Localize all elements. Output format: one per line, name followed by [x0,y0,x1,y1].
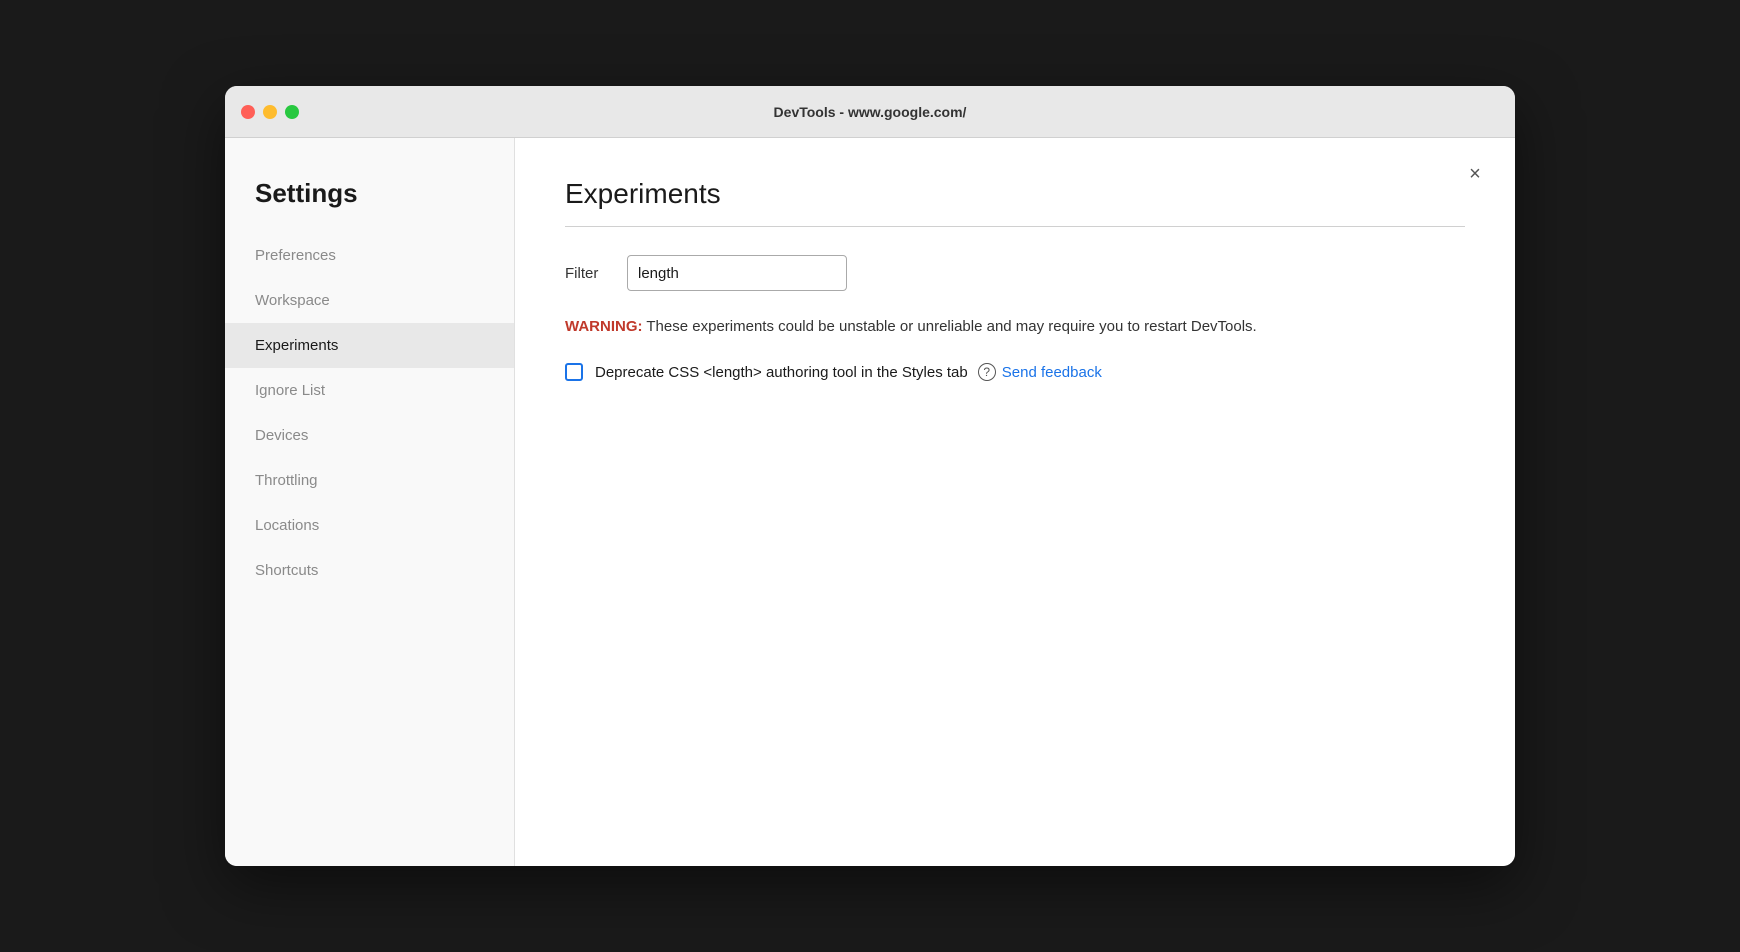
filter-row: Filter [565,255,1465,291]
sidebar-item-ignore-list[interactable]: Ignore List [225,368,514,413]
experiment-label-row-0: Deprecate CSS <length> authoring tool in… [595,363,1102,381]
experiment-label-0: Deprecate CSS <length> authoring tool in… [595,364,968,381]
warning-body: These experiments could be unstable or u… [643,318,1257,335]
sidebar-item-shortcuts[interactable]: Shortcuts [225,548,514,593]
devtools-window: DevTools - www.google.com/ Settings Pref… [225,86,1515,866]
window-body: Settings Preferences Workspace Experimen… [225,138,1515,866]
window-title: DevTools - www.google.com/ [774,104,967,120]
minimize-traffic-light[interactable] [263,105,277,119]
sidebar-item-devices[interactable]: Devices [225,413,514,458]
warning-text: WARNING: These experiments could be unst… [565,315,1465,339]
sidebar-item-workspace[interactable]: Workspace [225,278,514,323]
sidebar-item-throttling[interactable]: Throttling [225,458,514,503]
warning-label: WARNING: [565,318,643,335]
sidebar: Settings Preferences Workspace Experimen… [225,138,515,866]
traffic-lights [241,105,299,119]
sidebar-nav: Preferences Workspace Experiments Ignore… [225,233,514,593]
send-feedback-link-0[interactable]: Send feedback [1002,364,1102,381]
close-button[interactable]: × [1459,158,1491,190]
section-divider [565,226,1465,227]
close-traffic-light[interactable] [241,105,255,119]
sidebar-title: Settings [225,178,514,233]
main-content: × Experiments Filter WARNING: These expe… [515,138,1515,866]
sidebar-item-locations[interactable]: Locations [225,503,514,548]
help-icon-0[interactable]: ? [978,363,996,381]
page-title: Experiments [565,178,1465,210]
titlebar: DevTools - www.google.com/ [225,86,1515,138]
sidebar-item-preferences[interactable]: Preferences [225,233,514,278]
sidebar-item-experiments[interactable]: Experiments [225,323,514,368]
maximize-traffic-light[interactable] [285,105,299,119]
experiment-checkbox-0[interactable] [565,363,583,381]
experiment-item-0: Deprecate CSS <length> authoring tool in… [565,363,1465,381]
filter-input[interactable] [627,255,847,291]
filter-label: Filter [565,265,611,282]
